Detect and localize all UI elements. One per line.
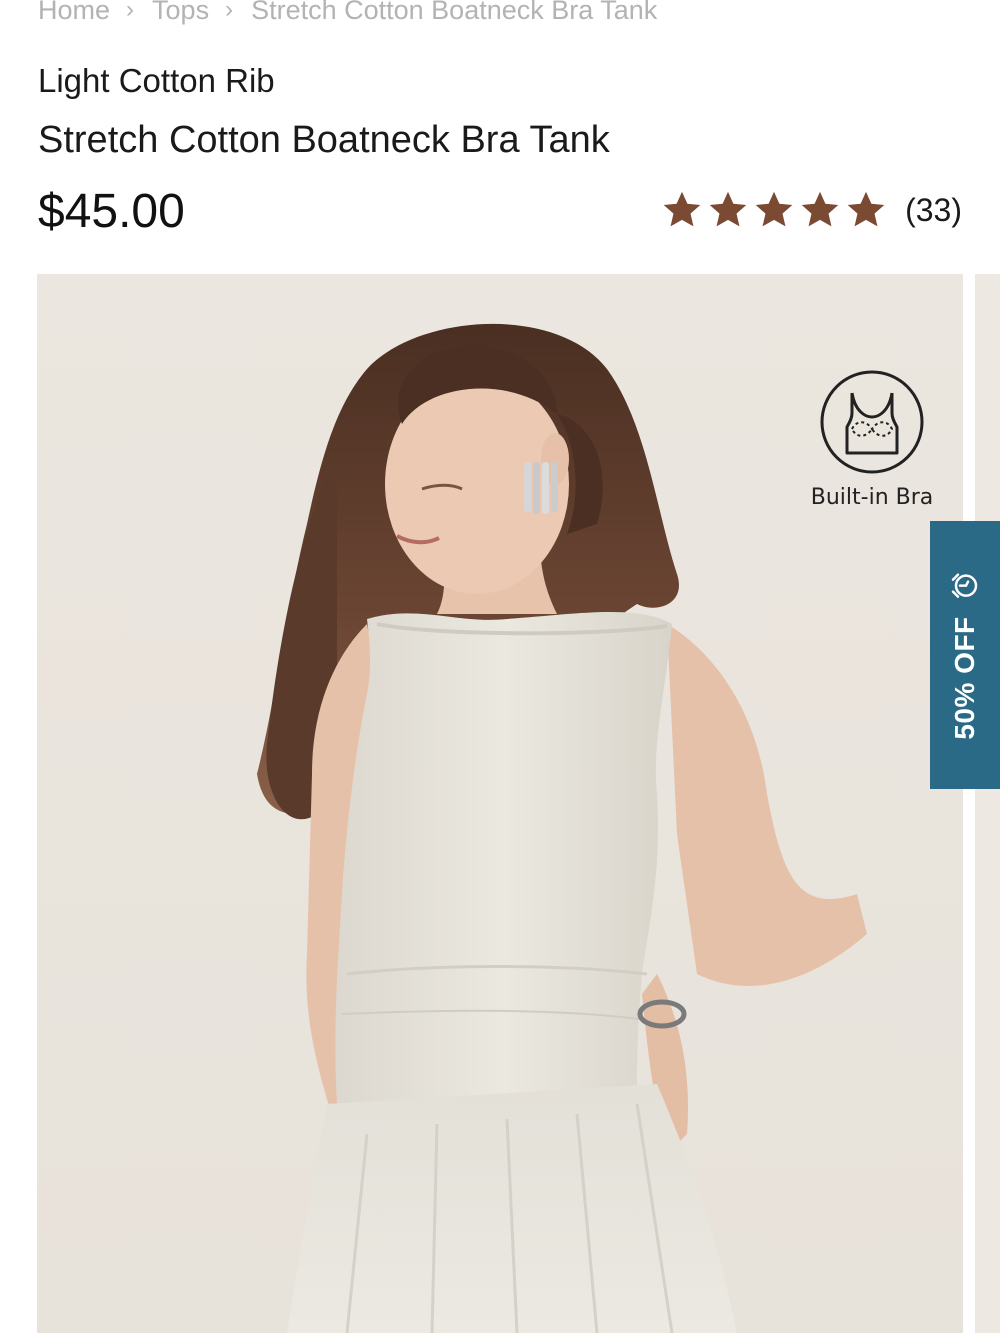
breadcrumb: Home › Tops › Stretch Cotton Boatneck Br… xyxy=(38,0,657,30)
product-price: $45.00 xyxy=(38,185,185,238)
alarm-clock-icon xyxy=(951,573,978,598)
breadcrumb-current: Stretch Cotton Boatneck Bra Tank xyxy=(251,0,658,25)
product-collection: Light Cotton Rib xyxy=(38,62,275,99)
feature-badge-label: Built-in Bra xyxy=(810,485,934,510)
chevron-right-icon: › xyxy=(126,0,135,23)
next-image-peek[interactable] xyxy=(975,274,1000,1333)
star-icon xyxy=(707,190,749,230)
discount-promo-tab[interactable]: 50% OFF xyxy=(930,521,1000,789)
product-image-gallery[interactable]: Built-in Bra xyxy=(37,274,963,1333)
product-title: Stretch Cotton Boatneck Bra Tank xyxy=(38,119,610,161)
built-in-bra-icon xyxy=(820,370,924,474)
star-icon xyxy=(845,190,887,230)
promo-label: 50% OFF xyxy=(949,616,980,740)
review-count[interactable]: (33) xyxy=(905,192,962,229)
breadcrumb-home[interactable]: Home xyxy=(38,0,110,26)
rating-stars xyxy=(661,190,887,230)
star-icon xyxy=(661,190,703,230)
product-rating[interactable]: (33) xyxy=(661,188,962,232)
feature-badge: Built-in Bra xyxy=(807,369,937,510)
chevron-right-icon: › xyxy=(225,0,234,23)
breadcrumb-tops[interactable]: Tops xyxy=(152,0,209,26)
star-icon xyxy=(753,190,795,230)
star-icon xyxy=(799,190,841,230)
